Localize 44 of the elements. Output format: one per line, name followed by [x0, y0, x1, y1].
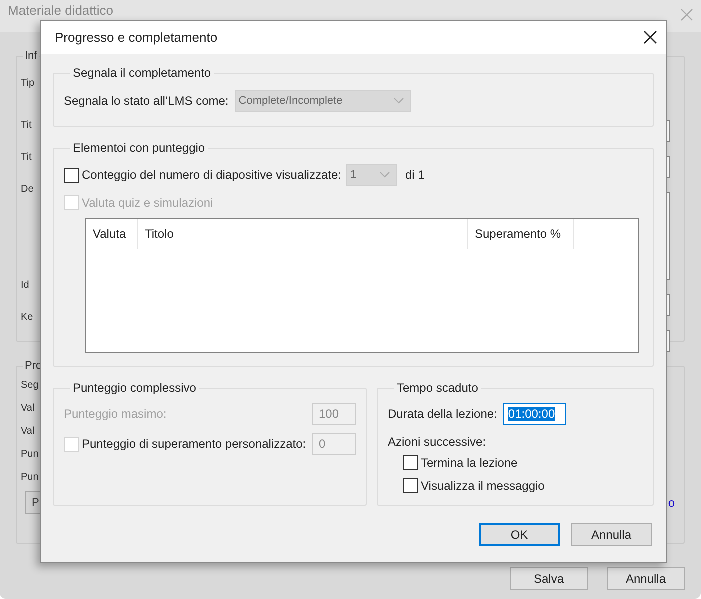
checkbox-label: Conteggio del numero di diapositive visualizzate: — [82, 168, 342, 182]
field-label: Ke — [21, 312, 34, 323]
field-label: Seg — [21, 380, 39, 391]
link[interactable]: o — [668, 496, 675, 510]
group-label: Segnala il completamento — [72, 66, 212, 80]
field-label: De — [21, 184, 34, 195]
checkbox-label: Visualizza il messaggio — [421, 478, 545, 492]
field-label: Tit — [21, 120, 32, 131]
checkbox-label: Valuta quiz e simulazioni — [82, 196, 214, 210]
field-label: Tip — [21, 78, 35, 89]
checkbox-label: Punteggio di superamento personalizzato: — [82, 437, 306, 451]
dialog-button[interactable]: Salva — [510, 567, 588, 590]
field-label: Id — [21, 280, 30, 291]
group-label: Punteggio complessivo — [72, 381, 198, 395]
field-label: Val — [21, 403, 35, 414]
field-label: Punteggio masimo: — [64, 407, 167, 421]
field-label: Pun — [21, 472, 39, 483]
field-label: Val — [21, 426, 35, 437]
chevron-icon — [394, 98, 404, 104]
dialog-button[interactable]: Annulla — [607, 567, 685, 590]
field-label: Tit — [21, 152, 32, 163]
chevron-icon — [380, 172, 390, 178]
count-suffix: di 1 — [405, 168, 425, 182]
group-label: Inf — [24, 50, 38, 62]
dialog-button[interactable]: Annulla — [571, 523, 652, 546]
column-header[interactable]: Superamento % — [468, 219, 574, 249]
duration-field[interactable]: 01:00:00 — [503, 403, 566, 425]
section-label: Azioni successive: — [388, 435, 488, 449]
checkbox[interactable] — [403, 478, 418, 493]
slide-count-dropdown[interactable]: 1 — [346, 164, 398, 186]
field-label: Durata della lezione: — [388, 407, 498, 421]
column-header[interactable]: Valuta — [86, 219, 138, 249]
checkbox[interactable] — [64, 168, 79, 182]
field-label: Segnala lo stato all’LMS come: — [64, 94, 229, 108]
group-label: Tempo scaduto — [396, 381, 480, 395]
field-label: Pun — [21, 449, 39, 460]
dialog-title: Progresso e completamento — [55, 30, 218, 45]
checkbox[interactable] — [403, 455, 418, 470]
window-title: Materiale didattico — [8, 3, 114, 18]
group-label: Elementoi con punteggio — [72, 141, 206, 155]
checkbox-label: Termina la lezione — [421, 456, 518, 470]
dialog-button[interactable]: OK — [479, 523, 560, 546]
close-icon[interactable] — [644, 31, 657, 44]
column-header[interactable]: Titolo — [138, 219, 468, 249]
